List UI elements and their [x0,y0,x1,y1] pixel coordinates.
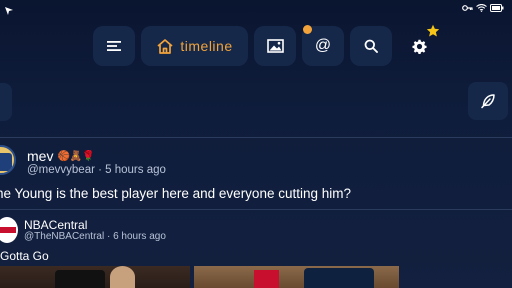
quote-display-name[interactable]: NBACentral [24,218,87,232]
timeline-label: timeline [180,38,233,54]
quote-meta: @TheNBACentral · 6 hours ago [24,231,166,242]
battery-icon [490,4,504,12]
wifi-icon [476,4,487,12]
status-icons [462,4,504,12]
tab-timeline[interactable]: timeline [141,26,248,66]
quote-avatar[interactable] [0,217,18,243]
post-emojis: 🏀🧸🌹 [57,150,95,162]
post-display-name: mev [27,148,54,164]
post-meta: @mevvybear · 5 hours ago [27,164,166,176]
image-icon [266,39,284,53]
post-author[interactable]: mev 🏀🧸🌹 [27,148,95,164]
hamburger-menu-icon [107,41,121,51]
post-text: he Young is the best player here and eve… [0,186,351,201]
at-sign-icon: @ [314,37,332,54]
quote-divider [0,209,512,210]
quote-text: Gotta Go [0,249,49,263]
feed-divider [0,137,512,138]
search-button[interactable] [350,26,392,66]
side-panel-button[interactable] [0,83,12,121]
notification-dot [303,25,312,34]
avatar[interactable] [0,145,16,175]
tab-media[interactable] [254,26,296,66]
media-thumbnail[interactable] [194,266,399,288]
location-arrow-icon [4,3,14,21]
search-icon [364,39,378,53]
status-bar [0,0,512,18]
key-icon [462,5,473,11]
menu-button[interactable] [93,26,135,66]
feather-icon [481,94,495,109]
gear-icon [411,39,427,54]
star-icon [426,24,440,37]
home-icon [157,38,173,54]
compose-button[interactable] [468,82,508,120]
media-thumbnail[interactable] [0,266,190,288]
